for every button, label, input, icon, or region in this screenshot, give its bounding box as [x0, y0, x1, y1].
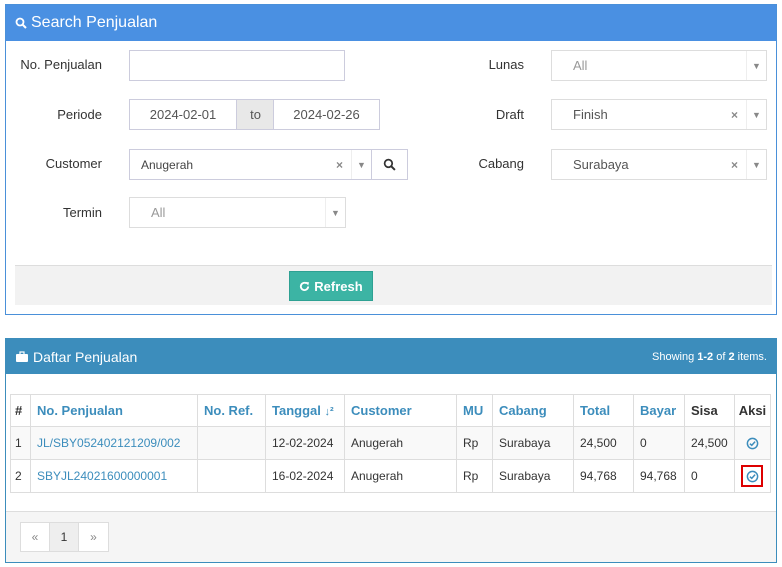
- table-header-row: # No. Penjualan No. Ref. Tanggal ↓² Cust…: [10, 394, 772, 427]
- termin-label: Termin: [62, 205, 102, 220]
- tanggal-cell: 16-02-2024: [265, 459, 345, 493]
- col-no-penjualan[interactable]: No. Penjualan: [30, 394, 198, 427]
- draft-select[interactable]: Finish × ▼: [551, 99, 767, 130]
- no-penjualan-link[interactable]: SBYJL24021600000001: [37, 469, 167, 483]
- col-number: #: [10, 394, 31, 427]
- customer-cell: Anugerah: [344, 459, 457, 493]
- total-cell: 24,500: [573, 426, 634, 460]
- col-aksi: Aksi: [733, 394, 772, 427]
- customer-label: Customer: [45, 156, 102, 171]
- briefcase-icon: [16, 350, 28, 362]
- lunas-label: Lunas: [488, 57, 524, 72]
- col-total[interactable]: Total: [573, 394, 634, 427]
- total-cell: 94,768: [573, 459, 634, 493]
- periode-label: Periode: [57, 107, 102, 122]
- list-panel-title: Daftar Penjualan: [33, 348, 138, 365]
- pager-next-button[interactable]: »: [79, 523, 108, 551]
- no-ref-cell: [197, 459, 266, 493]
- check-circle-icon[interactable]: [741, 432, 763, 454]
- chevron-down-icon[interactable]: ▼: [351, 150, 371, 179]
- periode-to-addon: to: [237, 99, 274, 130]
- refresh-label: Refresh: [314, 278, 363, 294]
- no-penjualan-cell: JL/SBY052402121209/002: [30, 426, 198, 460]
- search-panel-title: Search Penjualan: [31, 14, 158, 31]
- cabang-clear-icon[interactable]: ×: [731, 158, 738, 172]
- mu-cell: Rp: [456, 459, 493, 493]
- cabang-cell: Surabaya: [492, 426, 574, 460]
- customer-cell: Anugerah: [344, 426, 457, 460]
- list-summary: Showing 1-2 of 2 items.: [652, 350, 767, 363]
- search-icon: [383, 158, 396, 171]
- sort-desc-icon: ↓²: [324, 406, 334, 418]
- mu-cell: Rp: [456, 426, 493, 460]
- aksi-cell: [733, 426, 772, 460]
- col-sisa: Sisa: [684, 394, 735, 427]
- tanggal-cell: 12-02-2024: [265, 426, 345, 460]
- draft-clear-icon[interactable]: ×: [731, 108, 738, 122]
- bayar-cell: 94,768: [633, 459, 685, 493]
- lunas-select[interactable]: All ▼: [551, 50, 767, 81]
- customer-search-button[interactable]: [371, 149, 408, 180]
- table-row: 2 SBYJL24021600000001 16-02-2024 Anugera…: [10, 459, 772, 493]
- termin-value: All: [151, 205, 166, 220]
- col-customer[interactable]: Customer: [344, 394, 457, 427]
- periode-to-input[interactable]: 2024-02-26: [273, 99, 380, 130]
- search-panel-heading: Search Penjualan: [6, 5, 776, 41]
- cabang-select[interactable]: Surabaya × ▼: [551, 149, 767, 180]
- no-penjualan-label: No. Penjualan: [20, 57, 102, 72]
- pager-prev-button[interactable]: «: [21, 523, 50, 551]
- table-row: 1 JL/SBY052402121209/002 12-02-2024 Anug…: [10, 426, 772, 460]
- no-penjualan-cell: SBYJL24021600000001: [30, 459, 198, 493]
- row-number: 2: [10, 459, 31, 493]
- chevron-down-icon[interactable]: ▼: [746, 150, 766, 179]
- periode-from-input[interactable]: 2024-02-01: [129, 99, 237, 130]
- customer-value: Anugerah: [141, 157, 194, 172]
- search-panel-footer: Refresh: [15, 265, 772, 305]
- no-penjualan-input[interactable]: [129, 50, 345, 81]
- bayar-cell: 0: [633, 426, 685, 460]
- sisa-cell: 24,500: [684, 426, 735, 460]
- lunas-value: All: [573, 58, 588, 73]
- customer-select[interactable]: Anugerah × ▼: [129, 149, 372, 180]
- cabang-cell: Surabaya: [492, 459, 574, 493]
- pager-page-button[interactable]: 1: [50, 523, 79, 551]
- col-no-ref[interactable]: No. Ref.: [197, 394, 266, 427]
- customer-clear-icon[interactable]: ×: [336, 158, 343, 172]
- list-panel-heading: Daftar Penjualan Showing 1-2 of 2 items.: [6, 339, 776, 374]
- chevron-down-icon[interactable]: ▼: [746, 51, 766, 80]
- no-penjualan-link[interactable]: JL/SBY052402121209/002: [37, 436, 180, 450]
- check-circle-icon[interactable]: [741, 465, 764, 487]
- draft-value: Finish: [573, 107, 608, 122]
- draft-label: Draft: [495, 107, 524, 122]
- chevron-down-icon[interactable]: ▼: [746, 100, 766, 129]
- col-cabang[interactable]: Cabang: [492, 394, 574, 427]
- row-number: 1: [10, 426, 31, 460]
- cabang-value: Surabaya: [573, 157, 629, 172]
- cabang-label: Cabang: [478, 156, 524, 171]
- search-icon: [15, 17, 27, 29]
- aksi-cell: [733, 459, 772, 493]
- col-bayar[interactable]: Bayar: [633, 394, 685, 427]
- termin-select[interactable]: All ▼: [129, 197, 346, 228]
- penjualan-table: # No. Penjualan No. Ref. Tanggal ↓² Cust…: [10, 394, 772, 493]
- col-mu[interactable]: MU: [456, 394, 493, 427]
- col-tanggal[interactable]: Tanggal ↓²: [265, 394, 345, 427]
- chevron-down-icon[interactable]: ▼: [325, 198, 345, 227]
- pagination: « 1 »: [20, 522, 109, 552]
- refresh-icon: [300, 281, 310, 291]
- pagination-area: « 1 »: [6, 511, 776, 562]
- refresh-button[interactable]: Refresh: [289, 271, 373, 301]
- no-ref-cell: [197, 426, 266, 460]
- sisa-cell: 0: [684, 459, 735, 493]
- search-panel: Search Penjualan No. Penjualan Periode 2…: [5, 4, 777, 315]
- list-panel: Daftar Penjualan Showing 1-2 of 2 items.…: [5, 338, 777, 563]
